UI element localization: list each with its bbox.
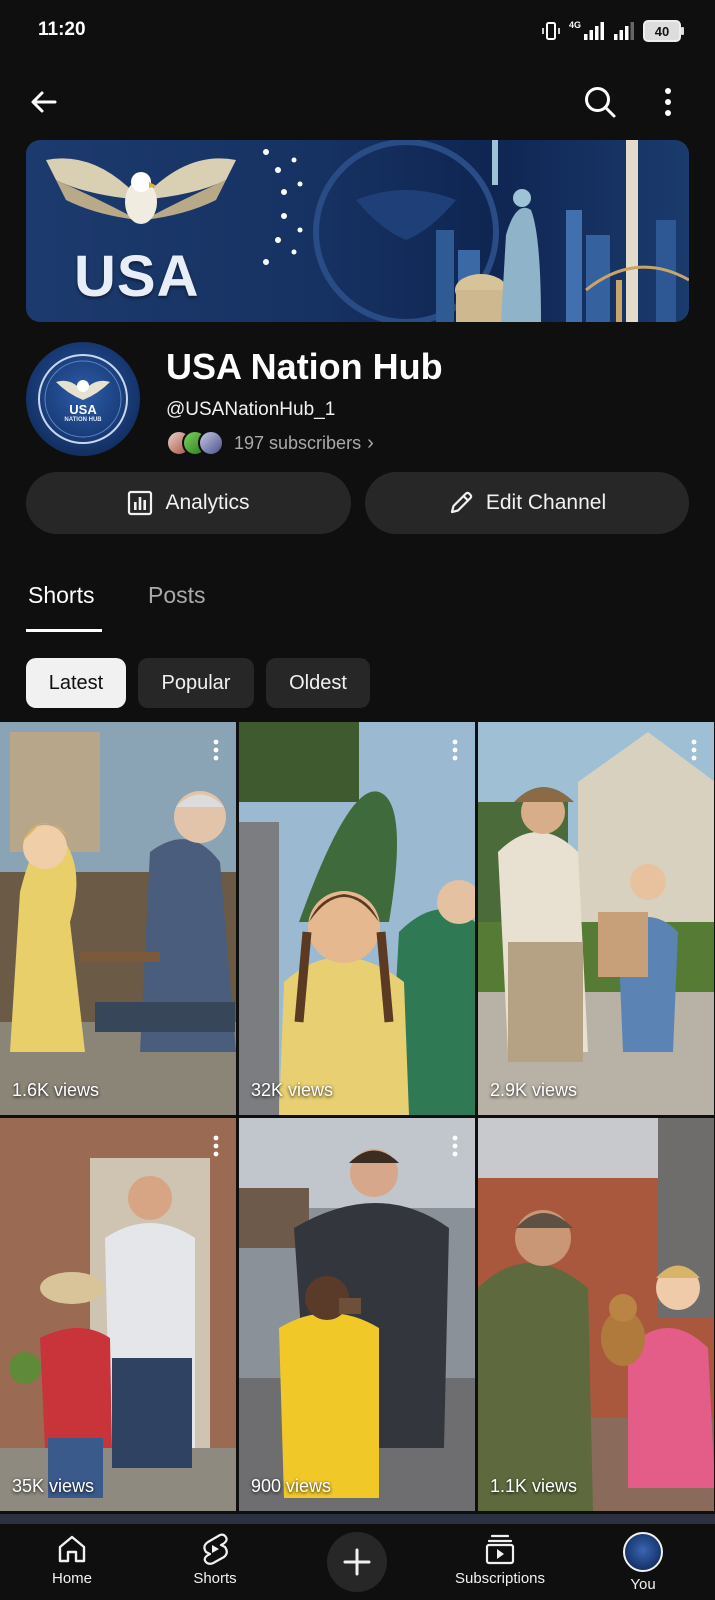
more-vert-icon	[665, 88, 671, 116]
search-button[interactable]	[576, 78, 624, 126]
nav-label-home: Home	[51, 1570, 92, 1587]
more-vert-icon	[452, 739, 458, 761]
channel-banner[interactable]: USA	[26, 140, 689, 322]
avatar-subtext: NATION HUB	[64, 417, 102, 423]
view-count: 32K views	[251, 1080, 334, 1100]
subscriber-count: 197 subscribers	[234, 432, 362, 453]
view-count: 900 views	[251, 1476, 332, 1496]
analytics-icon	[128, 490, 153, 516]
network-type: 4G	[568, 20, 581, 30]
short-more-button[interactable]	[445, 1132, 465, 1160]
more-vert-icon	[213, 739, 219, 761]
channel-avatar[interactable]: USA NATION HUB	[26, 342, 140, 456]
search-icon	[585, 87, 616, 118]
short-more-button[interactable]	[445, 736, 465, 764]
subscribers-row[interactable]: 197 subscribers ›	[166, 430, 374, 456]
nav-shorts[interactable]: Shorts	[145, 1532, 285, 1587]
shorts-icon	[203, 1533, 228, 1565]
view-count: 1.6K views	[12, 1080, 100, 1100]
short-thumbnail[interactable]: 900 views	[239, 1118, 475, 1511]
short-thumbnail[interactable]: 1.6K views	[0, 722, 236, 1115]
short-thumbnail[interactable]: 2.9K views	[478, 722, 714, 1115]
home-icon	[58, 1535, 86, 1563]
status-time: 11:20	[38, 19, 86, 40]
status-bar: 11:20 4G 40	[0, 0, 715, 62]
tab-posts[interactable]: Posts	[148, 582, 206, 609]
short-thumbnail[interactable]: 32K views	[239, 722, 475, 1115]
nav-label-you: You	[630, 1576, 656, 1593]
you-avatar-icon	[623, 1532, 663, 1572]
thumbnail-image	[239, 722, 475, 1115]
subscriber-avatar	[198, 430, 224, 456]
analytics-label: Analytics	[165, 491, 250, 514]
active-tab-indicator	[26, 629, 102, 632]
signal-icon-2	[614, 22, 634, 40]
more-options-button[interactable]	[652, 78, 684, 126]
top-app-bar	[0, 72, 715, 132]
short-thumbnail[interactable]: 35K views	[0, 1118, 236, 1511]
banner-title: USA	[74, 244, 200, 309]
more-vert-icon	[691, 739, 697, 761]
thumbnail-image	[478, 1118, 714, 1511]
nav-you[interactable]: You	[573, 1532, 713, 1593]
edit-channel-label: Edit Channel	[485, 491, 607, 514]
short-more-button[interactable]	[206, 736, 226, 764]
thumbnail-image	[239, 1118, 475, 1511]
filter-latest[interactable]: Latest	[26, 658, 126, 708]
vibrate-icon	[542, 22, 560, 40]
view-count: 35K views	[12, 1476, 95, 1496]
battery-level: 40	[654, 23, 670, 39]
chevron-right-icon: ›	[367, 431, 374, 454]
create-plus-icon	[343, 1548, 371, 1576]
bottom-navigation: Home Shorts Subscriptions You	[0, 1524, 715, 1600]
next-row-peek	[0, 1514, 715, 1524]
analytics-button[interactable]: Analytics	[26, 472, 351, 534]
short-more-button[interactable]	[684, 736, 704, 764]
subscriptions-icon	[485, 1534, 515, 1565]
create-button[interactable]	[327, 1532, 387, 1592]
thumbnail-image	[478, 722, 714, 1115]
view-count: 2.9K views	[490, 1080, 578, 1100]
more-vert-icon	[213, 1135, 219, 1157]
status-icons: 4G 40	[541, 20, 684, 42]
view-count: 1.1K views	[490, 1476, 578, 1496]
pencil-icon	[450, 491, 473, 514]
avatar-text: USA	[69, 402, 97, 417]
channel-handle: @USANationHub_1	[166, 399, 336, 420]
filter-oldest[interactable]: Oldest	[266, 658, 370, 708]
thumbnail-image	[0, 722, 236, 1115]
arrow-left-icon	[31, 91, 57, 113]
short-more-button[interactable]	[206, 1132, 226, 1160]
battery-icon: 40	[643, 20, 684, 42]
thumbnail-image	[0, 1118, 236, 1511]
edit-channel-button[interactable]: Edit Channel	[365, 472, 689, 534]
signal-icon	[584, 22, 604, 40]
nav-label-subscriptions: Subscriptions	[454, 1570, 546, 1587]
filter-popular[interactable]: Popular	[138, 658, 254, 708]
short-thumbnail[interactable]: 1.1K views	[478, 1118, 714, 1511]
back-button[interactable]	[20, 78, 68, 126]
channel-logo	[38, 354, 128, 444]
channel-name: USA Nation Hub	[166, 346, 443, 387]
nav-subscriptions[interactable]: Subscriptions	[430, 1532, 570, 1587]
nav-label-shorts: Shorts	[193, 1570, 237, 1587]
tab-shorts[interactable]: Shorts	[28, 582, 94, 609]
more-vert-icon	[452, 1135, 458, 1157]
nav-home[interactable]: Home	[2, 1532, 142, 1587]
